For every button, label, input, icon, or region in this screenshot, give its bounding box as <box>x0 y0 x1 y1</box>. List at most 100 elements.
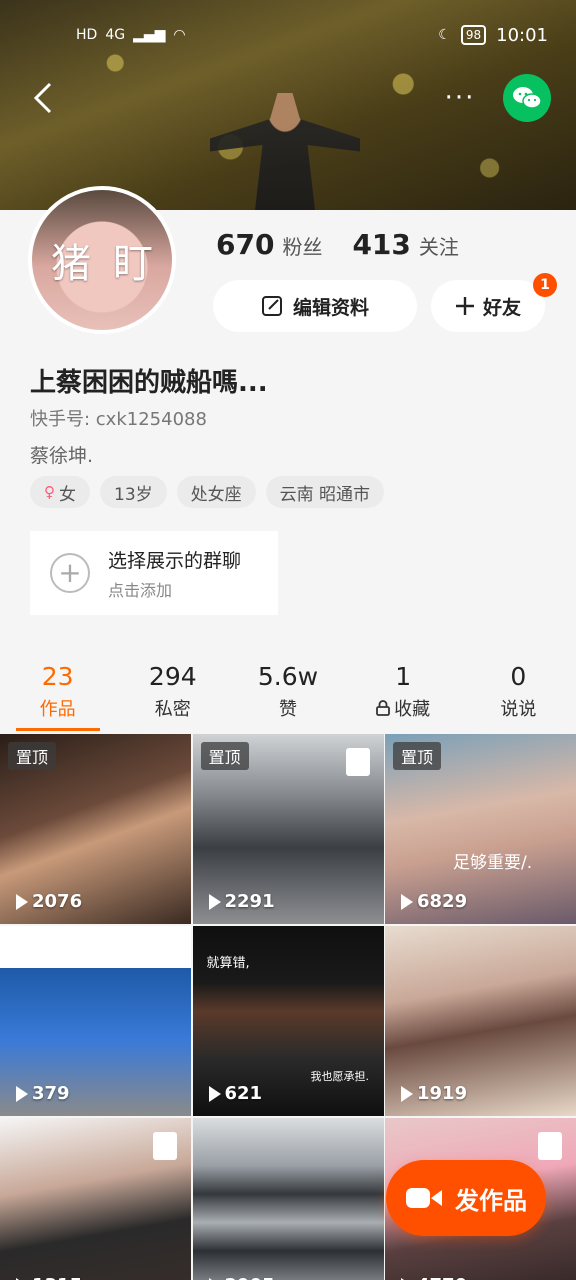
wifi-icon: ◠ <box>173 27 186 43</box>
following-count: 413 <box>352 228 411 261</box>
more-button[interactable]: ··· <box>440 80 480 116</box>
play-icon <box>208 1085 221 1102</box>
following-stat[interactable]: 413 关注 <box>352 228 458 261</box>
pinned-badge: 置顶 <box>200 742 249 770</box>
gender-tag: ♀ 女 <box>30 476 90 508</box>
play-count-value: 379 <box>32 1083 70 1104</box>
status-bar: HD 4G ▂▄▆ ◠ ☾ 98 10:01 <box>0 0 576 70</box>
location-tag: 云南 昭通市 <box>265 476 385 508</box>
more-icon: ··· <box>444 83 476 113</box>
video-camera-icon <box>406 1188 442 1208</box>
play-count: 1919 <box>401 1083 467 1104</box>
group-card-title: 选择展示的群聊 <box>108 549 242 572</box>
play-count: 4770 <box>401 1275 467 1280</box>
group-card-subtitle: 点击添加 <box>108 580 173 600</box>
play-count-value: 2291 <box>224 891 275 912</box>
avatar-text-right: 盯 <box>113 241 153 287</box>
edit-icon <box>261 296 282 316</box>
zodiac-tag: 处女座 <box>176 476 256 508</box>
plus-icon <box>455 297 474 315</box>
battery-icon: 98 <box>460 25 487 45</box>
play-icon <box>16 893 28 910</box>
video-thumbnail[interactable]: 置顶 2291 <box>192 734 384 924</box>
age-tag: 13岁 <box>100 476 167 508</box>
play-count: 1315 <box>16 1275 82 1280</box>
tab-favorites[interactable]: 1 收藏 <box>346 650 461 732</box>
back-button[interactable] <box>28 78 58 118</box>
play-count: 2076 <box>16 891 82 912</box>
video-thumbnail[interactable]: 1315 <box>0 1118 191 1280</box>
followers-label: 粉丝 <box>282 235 323 259</box>
add-friend-button[interactable]: 好友 <box>431 280 545 332</box>
play-count-value: 1315 <box>32 1275 82 1280</box>
followers-stat[interactable]: 670 粉丝 <box>216 228 322 261</box>
tab-private[interactable]: 294 私密 <box>115 650 230 732</box>
play-icon <box>401 1085 413 1102</box>
thumbnail-caption-bottom: 我也愿承担. <box>310 1070 370 1083</box>
video-thumbnail[interactable]: 2905 <box>192 1118 384 1280</box>
play-count-value: 621 <box>224 1083 263 1104</box>
tab-likes-label: 赞 <box>278 698 297 720</box>
location-tag-label: 云南 昭通市 <box>279 484 371 505</box>
cover-figure <box>210 93 360 210</box>
tab-favorites-label-row: 收藏 <box>376 695 430 721</box>
play-count-value: 1919 <box>417 1083 468 1104</box>
play-icon <box>401 893 413 910</box>
play-count: 621 <box>208 1083 263 1104</box>
play-count: 2291 <box>208 891 275 912</box>
play-count-value: 6829 <box>417 891 468 912</box>
wechat-button[interactable] <box>503 74 551 122</box>
tab-works[interactable]: 23 作品 <box>0 650 115 732</box>
kuaishou-id[interactable]: 快手号: cxk1254088 <box>30 405 207 431</box>
active-tab-indicator <box>16 728 100 731</box>
moon-icon: ☾ <box>438 27 451 43</box>
back-arrow-icon <box>33 82 52 114</box>
play-count-value: 2076 <box>32 891 83 912</box>
tab-works-count: 23 <box>41 661 74 691</box>
hd-icon: HD <box>76 27 98 43</box>
clock: 10:01 <box>496 24 548 46</box>
tab-moments[interactable]: 0 说说 <box>461 650 576 732</box>
tab-favorites-label: 收藏 <box>394 698 431 720</box>
profile-tabs: 23 作品 294 私密 5.6w 赞 1 收藏 0 说说 <box>0 650 576 732</box>
username: 上蔡困困的贼船嗎... <box>30 368 268 398</box>
edit-profile-button[interactable]: 编辑资料 <box>213 280 417 332</box>
signal-icon: ▂▄▆ <box>133 27 166 43</box>
photo-album-icon <box>538 1132 562 1160</box>
publish-label: 发作品 <box>455 1186 527 1215</box>
play-icon <box>208 893 221 910</box>
profile-tags: ♀ 女 13岁 处女座 云南 昭通市 <box>30 476 385 508</box>
publish-button[interactable]: 发作品 <box>386 1160 546 1236</box>
tab-moments-label: 说说 <box>500 698 537 720</box>
add-friend-label: 好友 <box>482 296 521 319</box>
pinned-badge: 置顶 <box>393 742 442 770</box>
profile-stats: 670 粉丝 413 关注 <box>216 228 459 261</box>
network-icon: 4G <box>105 27 126 43</box>
play-count-value: 4770 <box>417 1275 467 1280</box>
play-count: 379 <box>16 1083 70 1104</box>
tab-private-count: 294 <box>148 661 197 691</box>
tab-moments-count: 0 <box>510 661 527 691</box>
photo-album-icon <box>153 1132 177 1160</box>
group-chat-card[interactable]: + 选择展示的群聊 点击添加 <box>30 531 278 615</box>
wechat-icon <box>513 87 542 109</box>
tab-private-label: 私密 <box>154 698 191 720</box>
thumbnail-caption: 足够重要/. <box>453 853 533 873</box>
video-thumbnail[interactable]: 1919 <box>385 926 576 1116</box>
tab-works-label: 作品 <box>39 698 76 720</box>
photo-album-icon <box>345 748 370 776</box>
pinned-badge: 置顶 <box>8 742 57 770</box>
status-left: HD 4G ▂▄▆ ◠ <box>76 27 186 43</box>
avatar[interactable]: 猪 盯 <box>28 186 176 334</box>
following-label: 关注 <box>418 235 459 259</box>
friend-notification-badge: 1 <box>533 273 557 297</box>
video-thumbnail[interactable]: 就算错, 我也愿承担. 621 <box>192 926 384 1116</box>
video-thumbnail[interactable]: 置顶 足够重要/. 6829 <box>385 734 576 924</box>
video-thumbnail[interactable]: 置顶 2076 <box>0 734 191 924</box>
play-icon <box>16 1085 28 1102</box>
play-count-value: 2905 <box>225 1275 275 1280</box>
tab-likes-count: 5.6w <box>257 661 319 691</box>
video-thumbnail[interactable]: 379 <box>0 926 191 1116</box>
gender-tag-label: 女 <box>59 484 76 505</box>
tab-likes[interactable]: 5.6w 赞 <box>230 650 345 732</box>
